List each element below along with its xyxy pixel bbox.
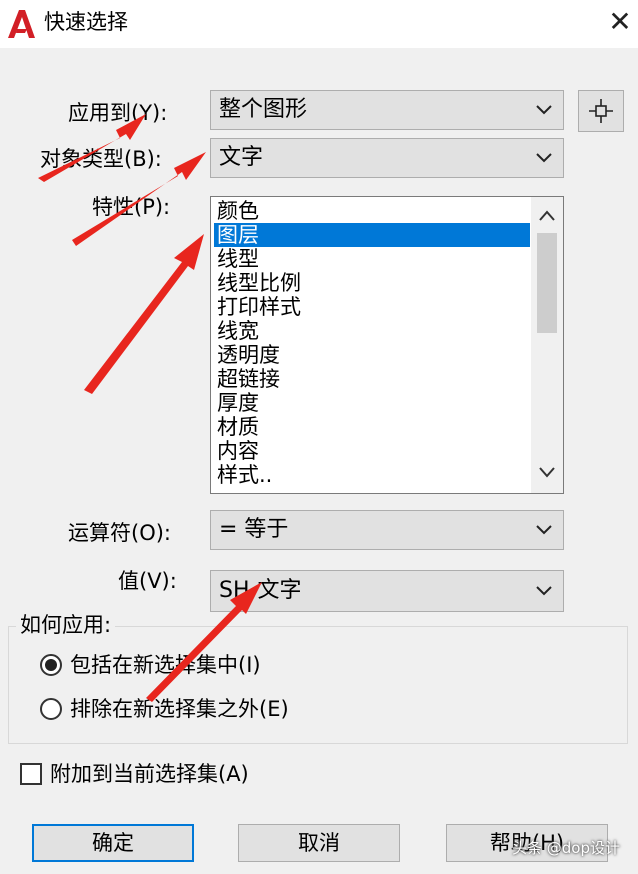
how-to-apply-group [8,626,628,744]
scroll-up-icon[interactable] [537,207,557,225]
object-type-value: 文字 [219,145,264,170]
include-radio-label[interactable]: 包括在新选择集中(I) [70,652,261,678]
list-item[interactable]: 内容 [217,439,259,463]
watermark-text: 头条 @dop设计 [512,839,620,857]
append-checkbox[interactable] [20,763,42,785]
crosshair-icon [589,99,613,123]
value-label: 值(V): [118,569,177,593]
list-item[interactable]: 打印样式 [217,295,301,319]
chevron-down-icon [536,525,552,535]
operator-value: = 等于 [219,517,289,542]
exclude-radio-label[interactable]: 排除在新选择集之外(E) [70,696,289,722]
list-item[interactable]: 线型 [217,247,259,271]
operator-label: 运算符(O): [68,521,171,545]
value-select[interactable]: SH-文字 [210,570,564,612]
close-icon[interactable]: ✕ [604,6,636,38]
apply-to-select[interactable]: 整个图形 [210,90,564,130]
select-objects-button[interactable] [578,90,624,132]
cancel-button[interactable]: 取消 [238,824,400,862]
properties-label: 特性(P): [92,195,171,219]
scroll-down-icon[interactable] [537,463,557,481]
append-checkbox-label[interactable]: 附加到当前选择集(A) [50,761,249,787]
ok-button[interactable]: 确定 [32,824,194,862]
value-value: SH-文字 [219,578,302,603]
operator-select[interactable]: = 等于 [210,510,564,550]
how-to-apply-title: 如何应用: [16,612,116,638]
properties-scrollbar[interactable] [531,197,563,493]
window-title: 快速选择 [44,10,128,34]
exclude-radio[interactable] [40,698,62,720]
include-radio[interactable] [40,654,62,676]
list-item[interactable]: 透明度 [217,343,280,367]
list-item[interactable]: 厚度 [217,391,259,415]
list-item[interactable]: 材质 [217,415,259,439]
properties-listbox[interactable]: 颜色 图层 线型 线型比例 打印样式 线宽 透明度 超链接 厚度 材质 内容 样… [210,196,564,494]
annotation-arrow-icon [84,234,204,394]
scroll-thumb[interactable] [537,233,557,333]
list-item[interactable]: 样式.. [217,463,272,487]
chevron-down-icon [536,153,552,163]
title-bar: 快速选择 ✕ [0,0,638,48]
object-type-label: 对象类型(B): [40,147,162,171]
list-item[interactable]: 线宽 [217,319,259,343]
list-item[interactable]: 线型比例 [217,271,301,295]
chevron-down-icon [536,586,552,596]
chevron-down-icon [536,105,552,115]
list-item-selected[interactable]: 图层 [214,223,530,247]
list-item[interactable]: 颜色 [217,199,259,223]
object-type-select[interactable]: 文字 [210,138,564,178]
list-item[interactable]: 超链接 [217,367,280,391]
autocad-logo-icon [8,10,35,38]
apply-to-label: 应用到(Y): [68,101,168,125]
apply-to-value: 整个图形 [219,97,308,122]
